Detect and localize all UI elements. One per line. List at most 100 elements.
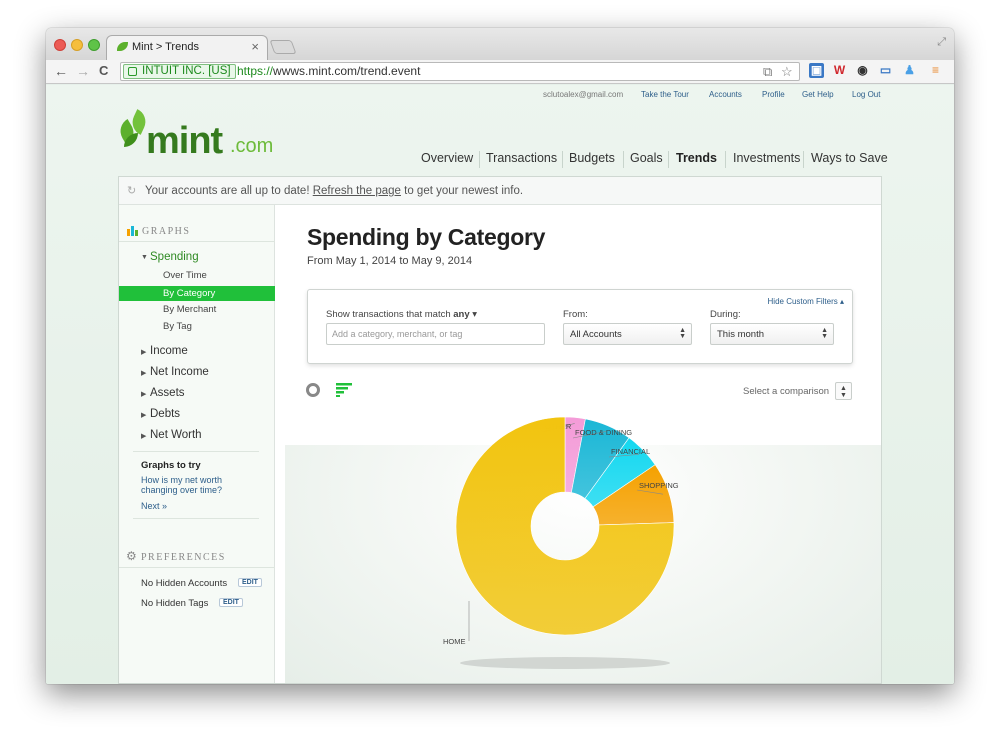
accounts-link[interactable]: Accounts bbox=[709, 90, 742, 99]
screen-extension-icon[interactable]: ▭ bbox=[878, 63, 893, 78]
tab-close-icon[interactable]: × bbox=[251, 39, 259, 54]
during-select[interactable]: This month ▲ ▼ bbox=[710, 323, 834, 345]
profile-link[interactable]: Profile bbox=[762, 90, 785, 99]
match-label: Show transactions that match any ▾ bbox=[326, 309, 477, 320]
slice-label: HOME bbox=[443, 637, 466, 646]
bookmark-star-icon[interactable]: ☆ bbox=[781, 64, 793, 80]
page-title: Spending by Category bbox=[307, 224, 546, 250]
sidebar-divider bbox=[119, 567, 275, 568]
nav-overview[interactable]: Overview bbox=[421, 151, 473, 165]
nav-transactions[interactable]: Transactions bbox=[486, 151, 557, 165]
sidebar-item-over-time[interactable]: Over Time bbox=[163, 270, 207, 281]
status-prefix: Your accounts are all up to date! bbox=[145, 185, 313, 197]
browser-window: Mint > Trends × ⤢ ← → C INTUIT INC. [US]… bbox=[46, 28, 954, 684]
page-action-icon[interactable]: ⧉ bbox=[763, 64, 772, 80]
take-tour-link[interactable]: Take the Tour bbox=[641, 90, 689, 99]
minimize-window-icon[interactable] bbox=[71, 39, 83, 51]
spending-donut-chart: OTHERFOOD & DININGFINANCIALSHOPPINGHOME bbox=[443, 416, 679, 669]
sidebar-item-by-merchant[interactable]: By Merchant bbox=[163, 304, 216, 315]
tab-title: Mint > Trends bbox=[132, 41, 199, 53]
hide-custom-filters-link[interactable]: Hide Custom Filters ▴ bbox=[768, 297, 844, 306]
bar-view-icon[interactable] bbox=[336, 383, 352, 397]
close-window-icon[interactable] bbox=[54, 39, 66, 51]
during-label: During: bbox=[710, 309, 741, 320]
mint-favicon-icon bbox=[117, 42, 128, 51]
nav-budgets[interactable]: Budgets bbox=[569, 151, 615, 165]
nav-divider bbox=[562, 151, 563, 168]
custom-filters: Hide Custom Filters ▴ Show transactions … bbox=[307, 289, 853, 364]
slice-label: FOOD & DINING bbox=[575, 428, 632, 437]
log-out-link[interactable]: Log Out bbox=[852, 90, 880, 99]
new-tab-button[interactable] bbox=[269, 40, 297, 54]
graphs-sidebar: GRAPHS ▼ Spending Over Time By Category … bbox=[119, 205, 275, 683]
sidebar-item-by-category[interactable]: By Category bbox=[119, 286, 275, 301]
nav-divider bbox=[803, 151, 804, 168]
zoom-window-icon[interactable] bbox=[88, 39, 100, 51]
caret-right-icon[interactable]: ▶ bbox=[141, 432, 146, 440]
back-button[interactable]: ← bbox=[54, 63, 68, 79]
graphs-to-try-link[interactable]: changing over time? bbox=[141, 485, 222, 495]
chart-shadow bbox=[460, 657, 670, 669]
nav-trends[interactable]: Trends bbox=[676, 151, 717, 165]
person-extension-icon[interactable]: ♟ bbox=[902, 63, 917, 78]
caret-right-icon[interactable]: ▶ bbox=[141, 348, 146, 356]
graphs-to-try-heading: Graphs to try bbox=[141, 460, 201, 471]
ev-certificate-badge[interactable]: INTUIT INC. [US] bbox=[123, 64, 236, 79]
url-text[interactable]: https://wwws.mint.com/trend.event bbox=[237, 64, 420, 78]
image-extension-icon[interactable]: ▣ bbox=[809, 63, 824, 78]
forward-button[interactable]: → bbox=[76, 63, 90, 79]
nav-divider bbox=[479, 151, 480, 168]
account-status-bar: ↻ Your accounts are all up to date! Refr… bbox=[119, 177, 881, 205]
reload-button[interactable]: C bbox=[99, 63, 108, 78]
edit-hidden-accounts-button[interactable]: EDIT bbox=[238, 578, 262, 587]
refresh-page-link[interactable]: Refresh the page bbox=[313, 185, 401, 197]
hidden-accounts-label: No Hidden Accounts bbox=[141, 578, 228, 589]
sidebar-divider bbox=[133, 518, 259, 519]
from-select[interactable]: All Accounts ▲ ▼ bbox=[563, 323, 692, 345]
sidebar-item-debts[interactable]: Debts bbox=[150, 408, 180, 420]
fullscreen-icon[interactable]: ⤢ bbox=[937, 36, 946, 49]
address-bar[interactable]: INTUIT INC. [US] https://wwws.mint.com/t… bbox=[120, 62, 800, 81]
bar-chart-icon bbox=[127, 226, 138, 236]
gear-icon: ⚙ bbox=[126, 549, 137, 563]
sidebar-item-income[interactable]: Income bbox=[150, 345, 188, 357]
caret-right-icon[interactable]: ▶ bbox=[141, 369, 146, 377]
chevron-down-icon[interactable]: ▾ bbox=[472, 309, 477, 320]
sidebar-item-spending[interactable]: Spending bbox=[150, 251, 199, 263]
select-arrows-icon: ▲ ▼ bbox=[679, 327, 686, 340]
sidebar-divider bbox=[133, 451, 259, 452]
match-dropdown[interactable]: any bbox=[453, 309, 469, 320]
menu-icon[interactable]: ≡ bbox=[928, 63, 943, 78]
get-help-link[interactable]: Get Help bbox=[802, 90, 834, 99]
tab-strip: Mint > Trends × ⤢ bbox=[46, 28, 954, 60]
trend-content: Spending by Category From May 1, 2014 to… bbox=[275, 205, 881, 683]
mint-page: sclutoalex@gmail.com Take the Tour Accou… bbox=[46, 85, 954, 684]
camera-extension-icon[interactable]: ◉ bbox=[855, 63, 870, 78]
sidebar-divider bbox=[119, 241, 275, 242]
logo-brand: mint bbox=[146, 120, 223, 162]
category-search-input[interactable]: Add a category, merchant, or tag bbox=[326, 323, 545, 345]
nav-ways-to-save[interactable]: Ways to Save bbox=[811, 151, 888, 165]
pie-view-icon[interactable] bbox=[306, 383, 320, 397]
compare-label: Select a comparison bbox=[743, 386, 830, 397]
graphs-to-try-link[interactable]: How is my net worth bbox=[141, 475, 222, 485]
date-range: From May 1, 2014 to May 9, 2014 bbox=[307, 255, 473, 267]
sidebar-item-net-worth[interactable]: Net Worth bbox=[150, 429, 202, 441]
sidebar-item-by-tag[interactable]: By Tag bbox=[163, 321, 192, 332]
browser-toolbar: ← → C INTUIT INC. [US] https://wwws.mint… bbox=[46, 60, 954, 84]
caret-right-icon[interactable]: ▶ bbox=[141, 390, 146, 398]
edit-hidden-tags-button[interactable]: EDIT bbox=[219, 598, 243, 607]
sidebar-item-net-income[interactable]: Net Income bbox=[150, 366, 209, 378]
next-link[interactable]: Next » bbox=[141, 501, 167, 511]
caret-down-icon[interactable]: ▼ bbox=[141, 254, 148, 261]
caret-right-icon[interactable]: ▶ bbox=[141, 411, 146, 419]
w-extension-icon[interactable]: W bbox=[832, 63, 847, 78]
nav-divider bbox=[668, 151, 669, 168]
browser-tab[interactable]: Mint > Trends × bbox=[106, 35, 268, 60]
compare-select-button[interactable]: ▲ ▼ bbox=[835, 382, 852, 400]
lock-icon bbox=[128, 67, 137, 76]
nav-goals[interactable]: Goals bbox=[630, 151, 663, 165]
sidebar-item-assets[interactable]: Assets bbox=[150, 387, 185, 399]
nav-investments[interactable]: Investments bbox=[733, 151, 800, 165]
slice-label: FINANCIAL bbox=[611, 447, 650, 456]
